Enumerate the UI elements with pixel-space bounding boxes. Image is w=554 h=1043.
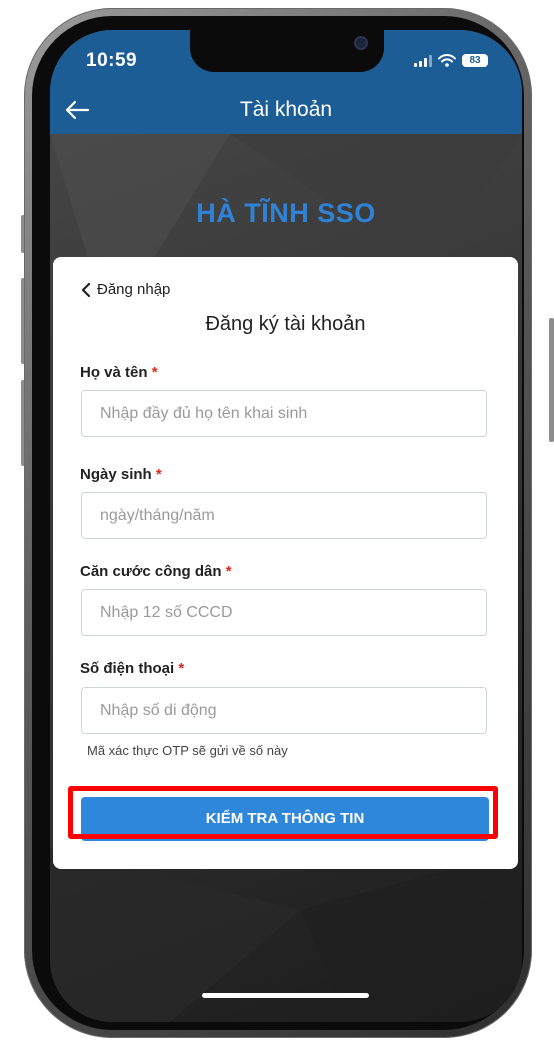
- phone-label: Số điện thoại *: [80, 660, 184, 677]
- phone-label-text: Số điện thoại: [80, 660, 175, 677]
- power-button: [549, 318, 554, 442]
- highlight-annotation: [68, 786, 498, 839]
- citizen-id-label: Căn cước công dân *: [80, 563, 232, 580]
- fullname-input[interactable]: [81, 390, 487, 437]
- home-indicator[interactable]: [202, 993, 369, 998]
- status-time: 10:59: [86, 50, 138, 71]
- phone-input[interactable]: [81, 687, 487, 734]
- phone-screen: 10:59 83 Tài khoản HÀ TĨNH SSO Đăng nhập…: [50, 30, 522, 1022]
- citizen-id-label-text: Căn cước công dân: [80, 563, 222, 580]
- required-mark: *: [178, 660, 185, 677]
- birthdate-input[interactable]: [81, 492, 487, 539]
- wifi-icon: [438, 54, 456, 67]
- back-link-label: Đăng nhập: [97, 281, 171, 298]
- status-icons: 83: [414, 54, 488, 67]
- fullname-label-text: Họ và tên: [80, 364, 148, 381]
- battery-icon: 83: [462, 54, 488, 67]
- front-camera: [354, 36, 368, 50]
- nav-title: Tài khoản: [239, 98, 333, 121]
- birthdate-label: Ngày sinh *: [80, 466, 162, 483]
- nav-bar: Tài khoản: [50, 86, 522, 134]
- fullname-label: Họ và tên *: [80, 364, 158, 381]
- citizen-id-input[interactable]: [81, 589, 487, 636]
- birthdate-label-text: Ngày sinh: [80, 466, 152, 483]
- form-title: Đăng ký tài khoản: [205, 313, 366, 335]
- signal-icon: [414, 54, 432, 67]
- otp-hint: Mã xác thực OTP sẽ gửi về số này: [87, 743, 288, 758]
- required-mark: *: [155, 466, 162, 483]
- back-to-login-link[interactable]: Đăng nhập: [81, 281, 170, 298]
- notch: [190, 30, 384, 72]
- required-mark: *: [151, 364, 158, 381]
- brand-title: HÀ TĨNH SSO: [196, 198, 376, 228]
- required-mark: *: [225, 563, 232, 580]
- chevron-left-icon: [81, 282, 91, 297]
- register-form-card: Đăng nhập Đăng ký tài khoản Họ và tên * …: [53, 257, 518, 869]
